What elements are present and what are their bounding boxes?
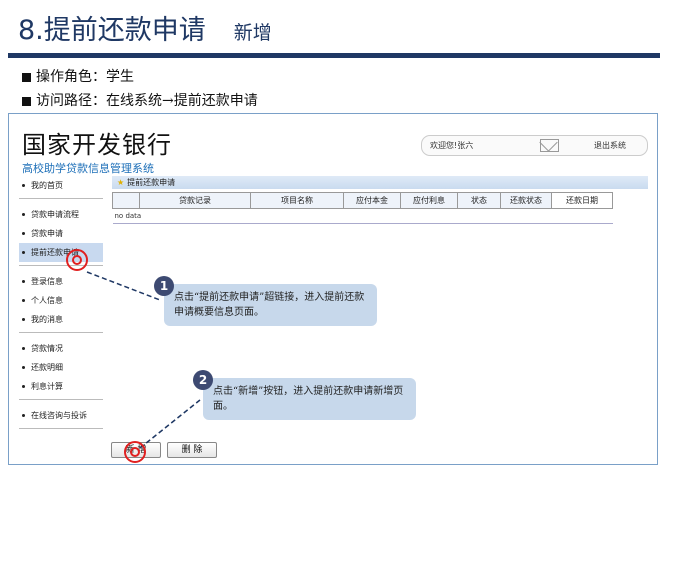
table-header-row: 贷款记录 项目名称 应付本金 应付利息 状态 还款状态 还款日期	[112, 192, 613, 209]
path-text: 访问路径：在线系统→提前还款申请	[36, 93, 258, 109]
sidebar-item-consult[interactable]: 在线咨询与投诉	[19, 406, 103, 425]
user-bar: 欢迎您!张六 退出系统	[421, 135, 648, 156]
mail-icon[interactable]	[540, 139, 559, 152]
column-header-loan-record: 贷款记录	[139, 192, 251, 209]
column-header-project: 项目名称	[250, 192, 344, 209]
slide-title-text: 8.提前还款申请	[18, 15, 206, 46]
path-line: 访问路径：在线系统→提前还款申请	[22, 90, 258, 110]
role-line: 操作角色：学生	[22, 66, 134, 86]
step-one-badge: 1	[154, 276, 174, 296]
sidebar-item-loan-status[interactable]: 贷款情况	[19, 339, 103, 358]
slide-subtitle: 新增	[233, 22, 272, 44]
sidebar-item-loan-process[interactable]: 贷款申请流程	[19, 205, 103, 224]
sidebar-item-interest-calc[interactable]: 利息计算	[19, 377, 103, 396]
brand-subtitle: 高校助学贷款信息管理系统	[22, 162, 154, 175]
sidebar-divider	[19, 198, 103, 199]
slide-title: 8.提前还款申请 新增	[18, 8, 272, 48]
sidebar-item-home[interactable]: 我的首页	[19, 176, 103, 195]
click-target-icon	[124, 441, 146, 463]
prepayment-table: 贷款记录 项目名称 应付本金 应付利息 状态 还款状态 还款日期 no data	[112, 192, 613, 224]
click-target-icon	[66, 249, 88, 271]
sidebar-divider	[19, 428, 103, 429]
column-header-principal: 应付本金	[343, 192, 401, 209]
square-bullet-icon	[22, 72, 31, 82]
square-bullet-icon	[22, 96, 31, 106]
sidebar-item-repayment-detail[interactable]: 还款明细	[19, 358, 103, 377]
star-icon: ★	[117, 178, 125, 187]
callout-two-text: 点击“新增”按钮，进入提前还款申请新增页面。	[213, 386, 404, 412]
sidebar-item-messages[interactable]: 我的消息	[19, 310, 103, 329]
brand-name: 国家开发银行	[22, 131, 172, 159]
callout-one-text: 点击“提前还款申请”超链接，进入提前还款申请概要信息页面。	[174, 292, 365, 318]
brand: 国家开发银行 高校助学贷款信息管理系统	[22, 125, 172, 176]
welcome-text: 欢迎您!张六	[430, 141, 474, 150]
column-header-repay-status: 还款状态	[500, 192, 552, 209]
column-header-repay-date: 还款日期	[551, 192, 613, 209]
sidebar-item-loan-apply[interactable]: 贷款申请	[19, 224, 103, 243]
sidebar-divider	[19, 332, 103, 333]
column-header-interest: 应付利息	[400, 192, 458, 209]
callout-two: 点击“新增”按钮，进入提前还款申请新增页面。	[203, 378, 416, 420]
delete-button[interactable]: 删 除	[167, 442, 217, 458]
column-header-check	[112, 192, 140, 209]
sidebar-item-login-info[interactable]: 登录信息	[19, 272, 103, 291]
step-two-badge: 2	[193, 370, 213, 390]
breadcrumb: ★ 提前还款申请	[112, 176, 648, 189]
sidebar-divider	[19, 265, 103, 266]
sidebar-item-personal-info[interactable]: 个人信息	[19, 291, 103, 310]
column-header-status: 状态	[457, 192, 501, 209]
sidebar-divider	[19, 399, 103, 400]
role-text: 操作角色：学生	[36, 69, 134, 85]
breadcrumb-label: 提前还款申请	[127, 178, 176, 187]
sidebar: 我的首页 贷款申请流程 贷款申请 提前还款申请 登录信息 个人信息 我的消息 贷…	[19, 176, 103, 435]
table-row: no data	[112, 208, 613, 224]
title-divider	[8, 53, 660, 58]
callout-one: 点击“提前还款申请”超链接，进入提前还款申请概要信息页面。	[164, 284, 377, 326]
logout-link[interactable]: 退出系统	[594, 140, 626, 151]
empty-row-text: no data	[112, 208, 613, 224]
sidebar-item-prepayment[interactable]: 提前还款申请	[19, 243, 103, 262]
